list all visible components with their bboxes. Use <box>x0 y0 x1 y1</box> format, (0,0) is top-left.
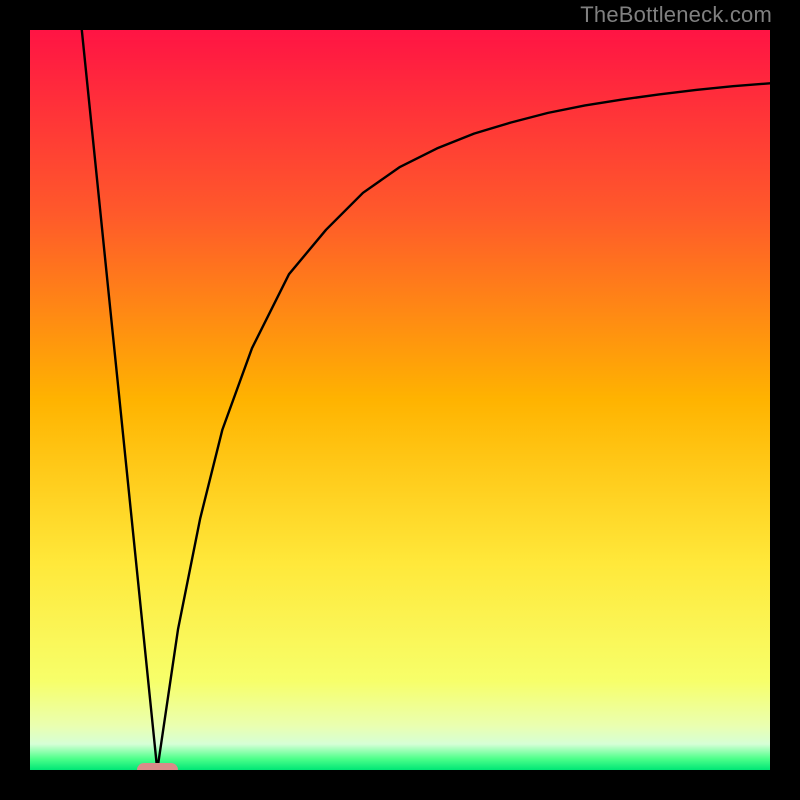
plot-area <box>30 30 770 770</box>
optimal-marker <box>137 763 178 770</box>
curve-layer <box>30 30 770 770</box>
bottleneck-curve <box>82 30 770 770</box>
chart-frame: TheBottleneck.com <box>0 0 800 800</box>
watermark-text: TheBottleneck.com <box>580 2 772 28</box>
